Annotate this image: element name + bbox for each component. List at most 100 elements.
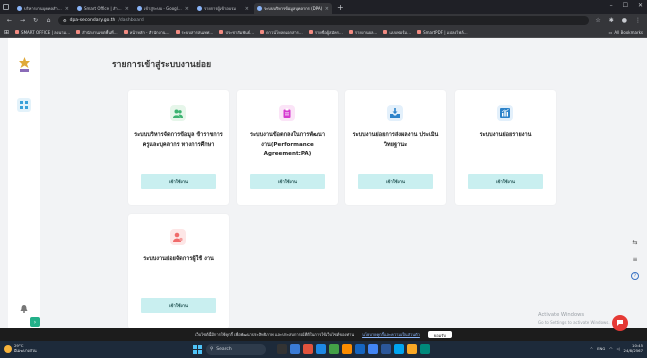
bookmark-item[interactable]: SMART OFFICE | ลงนาม… bbox=[15, 29, 70, 36]
search-icon: ⚲ bbox=[210, 347, 214, 352]
card-title: ระบบงานย่อยการส่งผลงาน ประเมินวิทยฐานะ bbox=[352, 132, 439, 148]
bookmark-item[interactable]: รายงานผล… bbox=[348, 29, 377, 36]
clipboard-icon bbox=[279, 105, 295, 121]
site-info-icon[interactable]: ⚙ bbox=[63, 18, 67, 23]
address-bar: ← → ↻ ⌂ ⚙ dpa-secondary.go.th/dashboard … bbox=[0, 14, 647, 27]
floating-action-button[interactable] bbox=[612, 315, 628, 331]
notification-bell-icon[interactable] bbox=[20, 304, 28, 313]
back-icon[interactable]: ← bbox=[6, 17, 13, 24]
bookmark-item[interactable]: ระบบสารสนเทศ… bbox=[175, 29, 213, 36]
clock-date: 24/8/2567 bbox=[623, 347, 643, 353]
tab-close-icon[interactable]: × bbox=[245, 6, 249, 12]
bookmark-favicon-icon bbox=[175, 30, 180, 34]
home-icon[interactable]: ⌂ bbox=[45, 17, 52, 24]
app-icon-9[interactable] bbox=[394, 344, 404, 354]
all-bookmarks-label: All Bookmarks bbox=[614, 29, 643, 35]
task-view-icon[interactable] bbox=[277, 344, 287, 354]
enter-system-button[interactable]: เข้าใช้งาน bbox=[141, 298, 216, 313]
bookmark-item[interactable]: แบบฟอร์ม… bbox=[383, 29, 411, 36]
activate-windows-watermark: Activate Windows Go to Settings to activ… bbox=[538, 312, 610, 326]
app-icon-11[interactable] bbox=[420, 344, 430, 354]
chrome-icon[interactable] bbox=[368, 344, 378, 354]
card-title: ระบบงานย่อยจัดการผู้ใช้ งาน bbox=[143, 256, 214, 262]
tab-close-icon[interactable]: × bbox=[325, 6, 329, 12]
app-icon-8[interactable] bbox=[381, 344, 391, 354]
minimize-icon[interactable]: – bbox=[610, 2, 613, 9]
bookmark-item[interactable]: ประชาสัมพันธ์… bbox=[219, 29, 254, 36]
cookie-policy-link[interactable]: นโยบายคุกกี้และความเป็นส่วนตัว bbox=[362, 331, 420, 338]
extensions-icon[interactable]: ✱ bbox=[609, 17, 614, 24]
bookmark-item[interactable]: ดาวน์โหลดเอกสาร… bbox=[260, 29, 303, 36]
list-menu-icon[interactable]: ≡ bbox=[631, 255, 639, 263]
app-icon-4[interactable] bbox=[329, 344, 339, 354]
enter-system-button[interactable]: เข้าใช้งาน bbox=[250, 174, 325, 189]
bookmark-label: SMART OFFICE | ลงนาม… bbox=[21, 29, 71, 35]
bookmark-item[interactable]: สำนักงานเขตพื้นที่… bbox=[76, 29, 118, 36]
app-icon-6[interactable] bbox=[355, 344, 365, 354]
enter-system-button[interactable]: เข้าใช้งาน bbox=[468, 174, 543, 189]
reload-icon[interactable]: ↻ bbox=[32, 17, 39, 24]
bookmark-label: ดาวน์โหลดเอกสาร… bbox=[266, 29, 303, 35]
sidebar bbox=[8, 38, 40, 328]
floating-tools: ⇆ ≡ ? bbox=[631, 238, 639, 280]
browser-tab[interactable]: รายการผู้เข้าอบรม × bbox=[194, 3, 252, 14]
app-icon-5[interactable] bbox=[342, 344, 352, 354]
tab-label: Smart Office | สำนักงาน… bbox=[84, 6, 123, 11]
bookmark-item[interactable]: รายชื่อผู้สมัคร… bbox=[308, 29, 343, 36]
app-icon-1[interactable] bbox=[290, 344, 300, 354]
all-bookmarks[interactable]: ▭ All Bookmarks bbox=[609, 30, 643, 35]
enter-system-button[interactable]: เข้าใช้งาน bbox=[141, 174, 216, 189]
browser-tab[interactable]: เข้าสู่ระบบ - Google ไดรฟ์× bbox=[134, 3, 192, 14]
card-title: ระบบงานย่อยรายงาน bbox=[479, 132, 532, 138]
subsystem-card: ระบบงานย่อยจัดการผู้ใช้ งานเข้าใช้งาน bbox=[128, 214, 229, 329]
volume-icon[interactable]: ◁ bbox=[617, 346, 620, 351]
bookmark-label: รายชื่อผู้สมัคร… bbox=[314, 29, 343, 35]
chevron-up-icon[interactable]: ^ bbox=[590, 346, 593, 351]
card-title: ระบบงานข้อตกลงในการพัฒนา งาน(Performance… bbox=[250, 132, 325, 157]
browser-tab[interactable]: บริหารงานบุคคลสำหรับผู้ดำเนินงาน× bbox=[14, 3, 72, 14]
bookmark-item[interactable]: SmartPDF | แปลงไฟล์… bbox=[417, 29, 468, 36]
sidebar-item-dashboard[interactable] bbox=[17, 98, 31, 112]
app-icon-2[interactable] bbox=[303, 344, 313, 354]
bookmark-label: หน้าหลัก - สำนักงาน… bbox=[129, 29, 170, 35]
profile-icon[interactable]: ● bbox=[622, 17, 627, 24]
tab-close-icon[interactable]: × bbox=[125, 6, 129, 12]
bookmark-favicon-icon bbox=[123, 30, 128, 34]
url-field[interactable]: ⚙ dpa-secondary.go.th/dashboard bbox=[58, 16, 590, 25]
apps-grid-icon[interactable]: ⊞ bbox=[4, 29, 9, 36]
language-indicator[interactable]: ENG bbox=[597, 346, 605, 351]
clock[interactable]: 10:45 24/8/2567 bbox=[623, 343, 643, 353]
weather-widget[interactable]: 29°C มีเมฆบางส่วน bbox=[4, 343, 37, 353]
close-window-icon[interactable]: ✕ bbox=[638, 2, 643, 9]
tab-favicon-icon bbox=[137, 6, 142, 11]
cookie-consent-bar: เว็บไซต์นี้มีการใช้คุกกี้ เพื่อพัฒนาประส… bbox=[0, 328, 647, 341]
app-icon-3[interactable] bbox=[316, 344, 326, 354]
new-tab-button[interactable]: + bbox=[334, 3, 347, 14]
bookmark-star-icon[interactable]: ☆ bbox=[595, 17, 600, 24]
tab-label: ระบบบริหารข้อมูลบุคลากร (DPA) bbox=[264, 6, 323, 11]
maximize-icon[interactable]: ☐ bbox=[623, 2, 628, 9]
taskbar-search[interactable]: ⚲ Search bbox=[206, 344, 266, 355]
bookmark-item[interactable]: หน้าหลัก - สำนักงาน… bbox=[123, 29, 170, 36]
bookmark-favicon-icon bbox=[417, 30, 422, 34]
tab-close-icon[interactable]: × bbox=[185, 6, 189, 12]
weather-sun-icon bbox=[4, 344, 12, 353]
forward-icon[interactable]: → bbox=[19, 17, 26, 24]
help-icon[interactable]: ? bbox=[631, 272, 639, 280]
url-path: /dashboard bbox=[118, 18, 144, 23]
windows-start-icon[interactable] bbox=[193, 345, 202, 354]
cookie-accept-button[interactable]: ยอมรับ bbox=[427, 331, 452, 338]
file-explorer-icon[interactable] bbox=[407, 344, 417, 354]
menu-icon[interactable]: ⋮ bbox=[635, 17, 641, 24]
enter-system-button[interactable]: เข้าใช้งาน bbox=[358, 174, 433, 189]
browser-tab[interactable]: ระบบบริหารข้อมูลบุคลากร (DPA) × bbox=[254, 3, 332, 14]
bookmark-favicon-icon bbox=[15, 30, 20, 34]
tab-close-icon[interactable]: × bbox=[65, 6, 69, 12]
tab-search-icon[interactable] bbox=[3, 4, 9, 10]
sidebar-expand-icon[interactable]: › bbox=[30, 317, 40, 327]
wifi-icon[interactable]: ◠ bbox=[609, 346, 612, 351]
chat-icon bbox=[617, 320, 623, 326]
browser-tab[interactable]: Smart Office | สำนักงาน…× bbox=[74, 3, 132, 14]
translate-icon[interactable]: ⇆ bbox=[631, 238, 639, 246]
tab-label: รายการผู้เข้าอบรม bbox=[204, 6, 236, 11]
